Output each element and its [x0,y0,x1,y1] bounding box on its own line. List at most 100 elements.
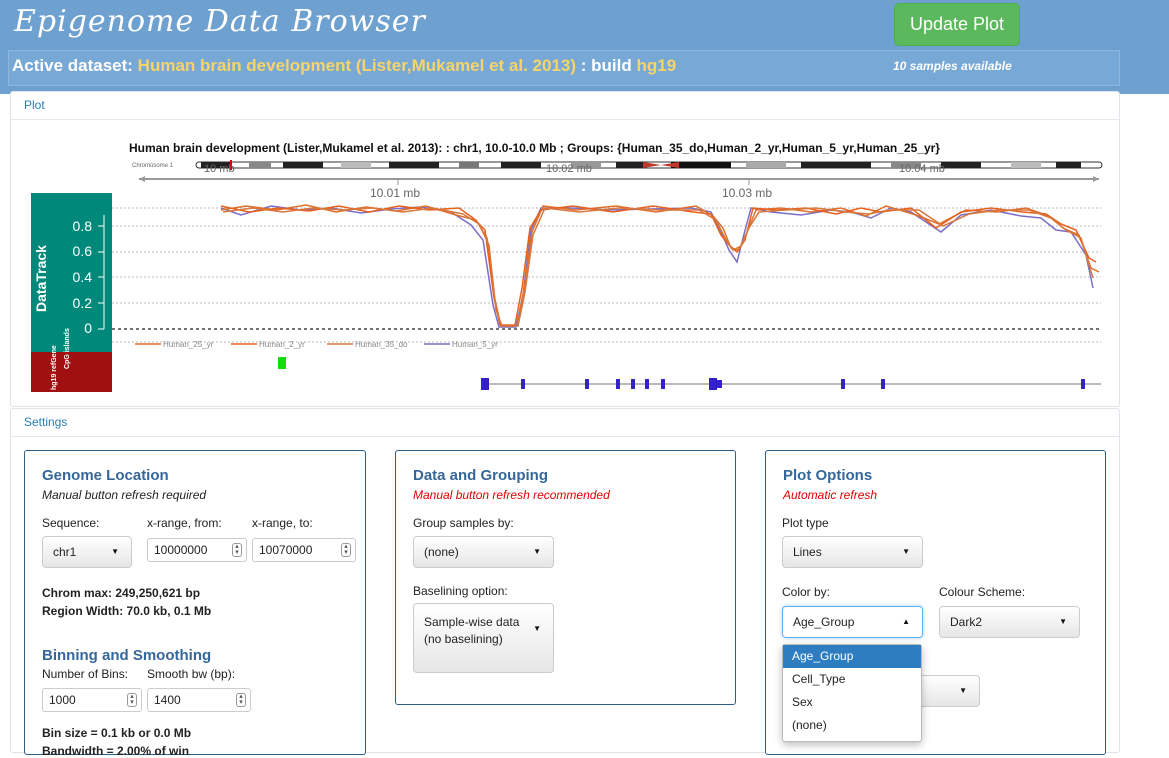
chevron-down-icon: ▼ [959,686,967,695]
bandwidth-text: Bandwidth = 2.00% of win [42,744,190,758]
legend-item: Human_5_yr [452,340,498,349]
plot-figure: Human brain development (Lister,Mukamel … [31,141,1103,392]
plot-type-select[interactable]: Lines ▼ [782,536,923,568]
axis-arrow-right [1093,176,1099,182]
datatrack-label: DataTrack [33,245,49,312]
gene-track-label-panel [31,370,112,392]
x-from-input[interactable]: 10000000 ▴ ▾ [147,538,247,562]
y-tick-label: 0 [84,320,92,336]
dataset-name: Human brain development (Lister,Mukamel … [137,56,577,75]
smooth-value: 1400 [154,693,181,707]
genome-location-title: Genome Location [42,467,169,484]
gene-model [481,378,1101,390]
cpg-island-mark [278,357,286,369]
bin-size-text: Bin size = 0.1 kb or 0.0 Mb [42,726,192,740]
colour-scheme-label: Colour Scheme: [939,585,1026,599]
colour-scheme-value: Dark2 [950,615,983,629]
baseline-select[interactable]: Sample-wise data (no baselining) ▼ [413,603,554,673]
chevron-down-icon: ▼ [902,547,910,556]
settings-panel-title: Settings [11,409,1119,437]
group-value: (none) [424,545,459,559]
app-title: Epigenome Data Browser [14,4,426,39]
ideogram-tick: 10 mb [204,163,235,175]
chromosome-ideogram [195,160,1103,170]
genome-location-subtitle: Manual button refresh required [42,488,207,502]
x-to-value: 10070000 [259,543,313,557]
dataset-prefix: Active dataset: [12,56,133,75]
chevron-up-icon: ▲ [902,617,910,626]
dropdown-option-sex[interactable]: Sex [783,691,921,714]
data-grouping-title: Data and Grouping [413,467,548,484]
x-to-label: x-range, to: [252,516,313,530]
update-plot-button[interactable]: Update Plot [894,3,1020,46]
y-tick-label: 0.4 [73,269,93,285]
app-header: Epigenome Data Browser Update Plot Activ… [0,0,1169,94]
build-prefix: : build [580,56,632,75]
dropdown-option-age-group[interactable]: Age_Group [783,645,921,668]
smooth-label: Smooth bw (bp): [147,667,236,681]
legend-item: Human_25_yr [163,340,214,349]
sequence-label: Sequence: [42,516,100,530]
axis-tick: 10.03 mb [722,186,772,200]
stepper-icon[interactable]: ▴ ▾ [127,693,137,707]
x-from-value: 10000000 [154,543,208,557]
series-line-human-2-yr [220,205,1097,326]
chevron-down-icon: ▼ [1059,617,1067,626]
colour-scheme-select[interactable]: Dark2 ▼ [939,606,1080,638]
plot-title: Human brain development (Lister,Mukamel … [129,141,940,155]
plot-legend: Human_25_yr Human_2_yr Human_35_do Human… [135,340,498,349]
dropdown-option-none[interactable]: (none) [783,714,921,737]
color-by-select[interactable]: Age_Group ▲ [782,606,923,638]
chrom-max-text: Chrom max: 249,250,621 bp [42,586,201,600]
sequence-select[interactable]: chr1 ▼ [42,536,132,568]
bins-input[interactable]: 1000 ▴ ▾ [42,688,142,712]
ideogram-tick: 10.04 mb [899,163,945,175]
y-tick-label: 0.6 [73,243,93,259]
active-dataset-line: Active dataset: Human brain development … [12,56,676,76]
series-lines [220,204,1100,328]
plot-options-subtitle: Automatic refresh [783,488,878,502]
color-by-value: Age_Group [793,615,855,629]
legend-item: Human_2_yr [259,340,305,349]
group-select[interactable]: (none) ▼ [413,536,554,568]
plot-grid [112,207,1101,343]
data-grouping-card: Data and Grouping Manual button refresh … [395,450,736,705]
ideogram-tick: 10.02 mb [546,163,592,175]
ideogram-label: Chromosome 1 [132,163,174,169]
baseline-label: Baselining option: [413,584,508,598]
color-by-dropdown-menu: Age_Group Cell_Type Sex (none) [782,644,922,742]
x-from-label: x-range, from: [147,516,222,530]
color-by-label: Color by: [782,585,831,599]
x-to-input[interactable]: 10070000 ▴ ▾ [252,538,356,562]
chevron-down-icon: ▼ [533,547,541,556]
plot-type-value: Lines [793,545,822,559]
sequence-value: chr1 [53,545,77,559]
y-tick-label: 0.8 [73,218,93,234]
genome-location-card: Genome Location Manual button refresh re… [24,450,366,758]
cpg-track-label-panel [31,352,112,370]
group-label: Group samples by: [413,516,514,530]
chevron-down-icon: ▼ [111,547,119,556]
stepper-icon[interactable]: ▴ ▾ [341,543,351,557]
chevron-down-icon: ▼ [533,624,541,633]
baseline-value-line-1: Sample-wise data [424,615,520,629]
stepper-icon[interactable]: ▴ ▾ [236,693,246,707]
y-tick-label: 0.2 [73,295,93,311]
legend-item: Human_35_do [355,340,408,349]
series-line-human-5-yr [220,205,1094,328]
series-line-human-25-yr [220,204,1100,327]
gene-track-label: hg19 refGene [51,345,58,390]
build-value: hg19 [636,56,677,75]
binning-title: Binning and Smoothing [42,647,212,664]
plot-panel: Plot Human brain development (Lister,Muk… [10,91,1120,407]
axis-arrow-left [139,176,145,182]
axis-tick: 10.01 mb [370,186,420,200]
bins-value: 1000 [49,693,76,707]
baseline-value-line-2: (no baselining) [424,632,503,646]
plot-panel-title: Plot [11,92,1119,120]
plot-options-title: Plot Options [783,467,873,484]
region-width-text: Region Width: 70.0 kb, 0.1 Mb [42,604,212,618]
stepper-icon[interactable]: ▴ ▾ [232,543,242,557]
dropdown-option-cell-type[interactable]: Cell_Type [783,668,921,691]
smooth-input[interactable]: 1400 ▴ ▾ [147,688,251,712]
